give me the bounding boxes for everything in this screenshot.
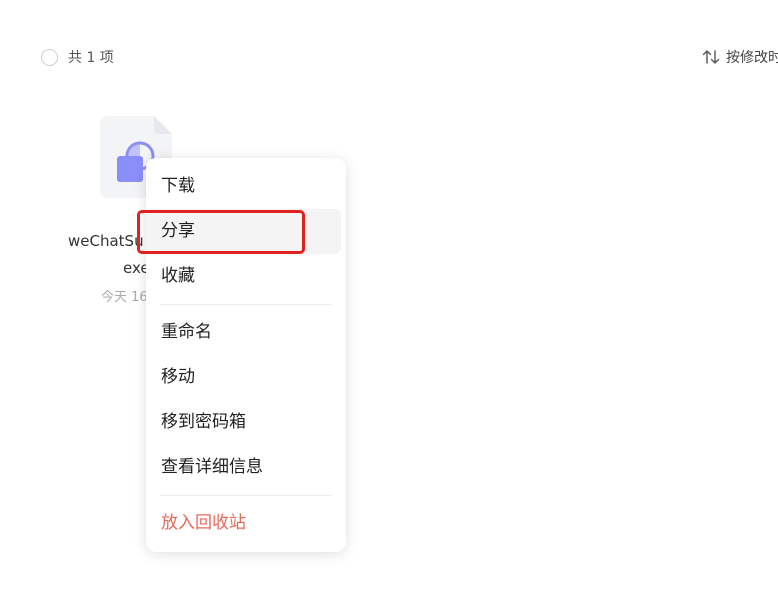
select-all[interactable]: 共 1 项 xyxy=(41,47,114,67)
menu-item-move[interactable]: 移动 xyxy=(146,355,341,400)
file-browser: 共 1 项 按修改时 weChatSu exe 今天 16 下载 分享 收藏 重… xyxy=(0,0,778,599)
select-all-checkbox[interactable] xyxy=(41,48,58,66)
sort-icon xyxy=(702,49,720,65)
file-name[interactable]: weChatSu xyxy=(68,232,144,250)
menu-item-favorite[interactable]: 收藏 xyxy=(146,254,341,299)
item-count: 共 1 项 xyxy=(68,50,114,66)
menu-divider xyxy=(160,304,332,305)
file-date: 今天 16 xyxy=(101,290,148,305)
menu-divider xyxy=(160,495,332,496)
sort-button[interactable]: 按修改时 xyxy=(702,47,778,67)
menu-item-rename[interactable]: 重命名 xyxy=(146,310,341,355)
sort-label: 按修改时 xyxy=(726,50,778,66)
context-menu: 下载 分享 收藏 重命名 移动 移到密码箱 查看详细信息 放入回收站 xyxy=(146,158,346,552)
menu-item-share[interactable]: 分享 xyxy=(146,209,341,254)
menu-item-download[interactable]: 下载 xyxy=(146,164,341,209)
menu-item-trash[interactable]: 放入回收站 xyxy=(146,501,341,546)
menu-item-move-to-vault[interactable]: 移到密码箱 xyxy=(146,400,341,445)
menu-item-details[interactable]: 查看详细信息 xyxy=(146,445,341,490)
